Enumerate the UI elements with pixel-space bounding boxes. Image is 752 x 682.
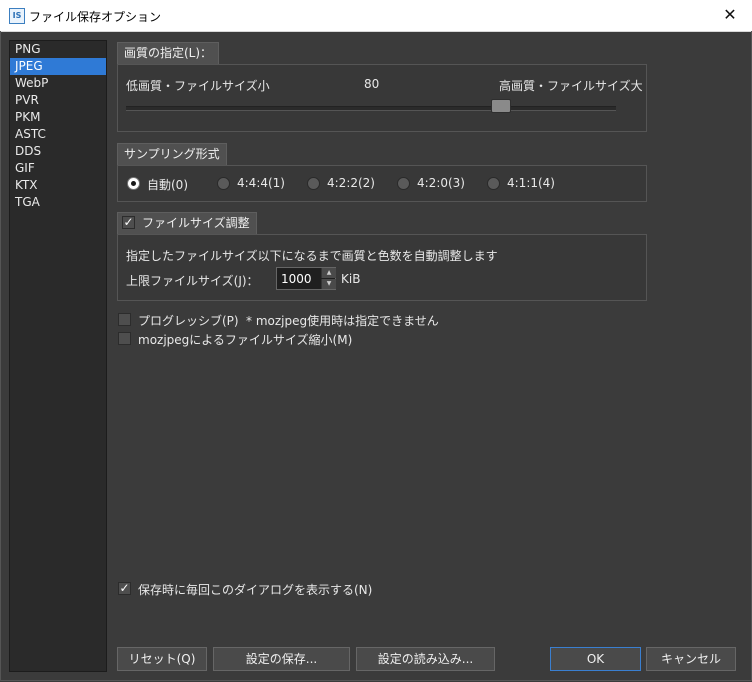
- sampling-radio-auto[interactable]: [127, 177, 140, 190]
- mozjpeg-checkbox[interactable]: [118, 332, 131, 345]
- sampling-label-auto[interactable]: 自動(0): [147, 176, 188, 193]
- sampling-radio-422[interactable]: [307, 177, 320, 190]
- format-item-png[interactable]: PNG: [10, 41, 106, 58]
- sampling-radio-444[interactable]: [217, 177, 230, 190]
- reset-button[interactable]: リセット(Q): [117, 647, 207, 671]
- cancel-button[interactable]: キャンセル: [646, 647, 736, 671]
- format-item-gif[interactable]: GIF: [10, 160, 106, 177]
- sampling-label-444[interactable]: 4:4:4(1): [237, 176, 285, 190]
- window-title: ファイル保存オプション: [29, 10, 162, 24]
- sampling-label-422[interactable]: 4:2:2(2): [327, 176, 375, 190]
- format-item-pkm[interactable]: PKM: [10, 109, 106, 126]
- show-dialog-label[interactable]: 保存時に毎回このダイアログを表示する(N): [138, 581, 372, 598]
- format-list[interactable]: PNG JPEG WebP PVR PKM ASTC DDS GIF KTX T…: [9, 40, 107, 672]
- spin-up-icon[interactable]: ▲: [321, 268, 336, 278]
- format-item-jpeg[interactable]: JPEG: [10, 58, 106, 75]
- sampling-header: サンプリング形式: [117, 143, 227, 166]
- quality-value: 80: [364, 77, 380, 91]
- progressive-checkbox[interactable]: [118, 313, 131, 326]
- filesize-unit: KiB: [341, 272, 361, 286]
- format-item-dds[interactable]: DDS: [10, 143, 106, 160]
- quality-high-label: 高画質・ファイルサイズ大: [499, 79, 643, 93]
- format-item-tga[interactable]: TGA: [10, 194, 106, 211]
- spin-down-icon[interactable]: ▼: [321, 279, 336, 289]
- filesize-limit-input[interactable]: 1000 ▲ ▼: [276, 267, 336, 290]
- mozjpeg-label[interactable]: mozjpegによるファイルサイズ縮小(M): [138, 331, 352, 348]
- filesize-header: ファイルサイズ調整: [117, 212, 257, 235]
- quality-low-label: 低画質・ファイルサイズ小: [126, 79, 270, 93]
- format-item-webp[interactable]: WebP: [10, 75, 106, 92]
- filesize-description: 指定したファイルサイズ以下になるまで画質と色数を自動調整します: [126, 249, 498, 263]
- title-bar: IS ファイル保存オプション ✕: [0, 0, 752, 32]
- filesize-panel: [117, 234, 647, 301]
- save-settings-button[interactable]: 設定の保存...: [213, 647, 350, 671]
- filesize-checkbox[interactable]: ✓: [122, 216, 135, 229]
- quality-slider-track[interactable]: [126, 106, 616, 111]
- quality-slider-thumb[interactable]: [491, 99, 511, 113]
- quality-panel: [117, 64, 647, 132]
- progressive-note: * mozjpeg使用時は指定できません: [246, 314, 439, 328]
- sampling-label-420[interactable]: 4:2:0(3): [417, 176, 465, 190]
- quality-header: 画質の指定(L)：: [117, 42, 220, 65]
- progressive-label[interactable]: プログレッシブ(P): [138, 312, 239, 329]
- sampling-radio-411[interactable]: [487, 177, 500, 190]
- close-icon[interactable]: ✕: [708, 0, 752, 31]
- ok-button[interactable]: OK: [550, 647, 641, 671]
- sampling-label-411[interactable]: 4:1:1(4): [507, 176, 555, 190]
- format-item-pvr[interactable]: PVR: [10, 92, 106, 109]
- show-dialog-checkbox[interactable]: ✓: [118, 582, 131, 595]
- format-item-ktx[interactable]: KTX: [10, 177, 106, 194]
- format-item-astc[interactable]: ASTC: [10, 126, 106, 143]
- sampling-panel: [117, 165, 647, 202]
- sampling-radio-420[interactable]: [397, 177, 410, 190]
- load-settings-button[interactable]: 設定の読み込み...: [356, 647, 495, 671]
- filesize-limit-value[interactable]: 1000: [281, 272, 312, 286]
- filesize-limit-label: 上限ファイルサイズ(J)：: [126, 274, 259, 288]
- app-icon: IS: [9, 8, 25, 24]
